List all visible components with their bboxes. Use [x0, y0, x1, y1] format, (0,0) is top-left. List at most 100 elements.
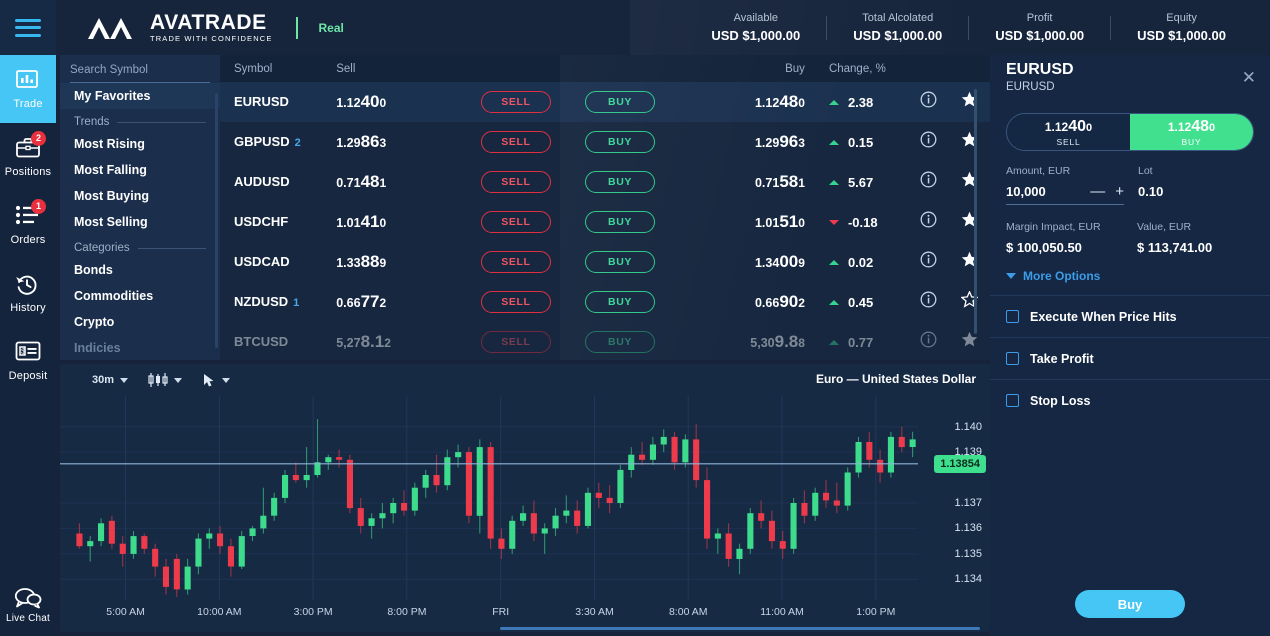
close-icon[interactable]: ✕ — [1242, 69, 1256, 86]
rail-item-orders[interactable]: 1 Orders — [0, 191, 56, 259]
chart-horizontal-scrollbar[interactable] — [500, 627, 980, 630]
sidebar-item-most-falling[interactable]: Most Falling — [60, 157, 220, 183]
x-axis-tick: 8:00 PM — [387, 606, 427, 618]
rail-item-positions[interactable]: 2 Positions — [0, 123, 56, 191]
favorite-star-icon[interactable] — [950, 331, 991, 353]
sidebar-item-most-buying[interactable]: Most Buying — [60, 183, 220, 209]
checkbox[interactable] — [1006, 394, 1019, 407]
sidebar-item-crypto[interactable]: Crypto — [60, 309, 220, 335]
checkbox[interactable] — [1006, 310, 1019, 323]
row-buy-button[interactable]: BUY — [585, 91, 656, 113]
favorite-star-icon[interactable] — [950, 290, 991, 313]
panel-header: EURUSD EURUSD ✕ — [990, 55, 1270, 103]
favorite-star-icon[interactable] — [950, 251, 991, 273]
option-stop-loss[interactable]: Stop Loss — [990, 379, 1270, 421]
row-sell-button[interactable]: SELL — [480, 291, 551, 313]
brand-logo[interactable]: AVATRADE TRADE WITH CONFIDENCE Real — [86, 12, 344, 43]
search-symbol-box[interactable] — [70, 63, 220, 83]
buy-toggle-button[interactable]: 1.12480 BUY — [1130, 114, 1253, 150]
hamburger-menu-icon[interactable] — [15, 18, 41, 37]
favorite-star-icon[interactable] — [950, 131, 991, 153]
account-stat-profit: Profit USD $1,000.00 — [969, 12, 1110, 43]
amount-increase-button[interactable]: + — [1115, 184, 1124, 199]
timeframe-selector[interactable]: 30m — [92, 374, 129, 386]
row-buy-button[interactable]: BUY — [585, 171, 656, 193]
symbol-name: NZDUSD — [234, 294, 289, 309]
change-value: 0.45 — [847, 294, 874, 310]
cell-symbol: BTCUSD — [220, 333, 336, 351]
more-options-toggle[interactable]: More Options — [990, 255, 1270, 295]
x-axis-tick: 8:00 AM — [668, 606, 708, 618]
option-take-profit[interactable]: Take Profit — [990, 337, 1270, 379]
info-icon[interactable] — [907, 171, 949, 193]
cell-change: 0.02 — [828, 255, 907, 270]
left-navigation-rail: Trade 2 Positions 1 Orders History $ Deposit Li… — [0, 0, 56, 636]
row-sell-button[interactable]: SELL — [480, 211, 551, 233]
info-icon[interactable] — [907, 211, 949, 233]
table-row[interactable]: USDCHF 1.01410 SELL BUY 1.01510 -0.18 — [220, 202, 990, 242]
table-row[interactable]: EURUSD 1.12400 SELL BUY 1.12480 2.38 — [220, 82, 990, 122]
table-row[interactable]: GBPUSD 2 1.29863 SELL BUY 1.29963 0.15 — [220, 122, 990, 162]
checkbox[interactable] — [1006, 352, 1019, 365]
categories-label: Categories — [74, 242, 130, 254]
row-sell-button[interactable]: SELL — [480, 171, 551, 193]
symbol-nav-scrollbar[interactable] — [215, 93, 218, 348]
stat-value: USD $1,000.00 — [1137, 28, 1226, 43]
amount-input[interactable]: 10,000 — [1006, 184, 1080, 199]
row-buy-button[interactable]: BUY — [585, 211, 656, 233]
search-input[interactable] — [70, 63, 220, 76]
info-icon[interactable] — [907, 91, 949, 113]
row-sell-button[interactable]: SELL — [480, 331, 551, 353]
option-execute-when-price-hits[interactable]: Execute When Price Hits — [990, 295, 1270, 337]
margin-impact-label: Margin Impact, EUR — [1006, 221, 1101, 233]
menu-button-area — [0, 0, 56, 55]
chevron-down-icon — [1006, 273, 1016, 279]
cursor-tool-selector[interactable] — [202, 373, 231, 388]
brand-tagline: TRADE WITH CONFIDENCE — [150, 34, 273, 44]
favorite-star-icon[interactable] — [950, 171, 991, 193]
row-buy-button[interactable]: BUY — [585, 331, 656, 353]
favorite-star-icon[interactable] — [950, 211, 991, 233]
table-row[interactable]: NZDUSD 1 0.66772 SELL BUY 0.66902 0.45 — [220, 282, 990, 322]
info-icon[interactable] — [907, 131, 949, 153]
sidebar-item-my-favorites[interactable]: My Favorites — [60, 83, 220, 109]
lot-value: 0.10 — [1138, 184, 1164, 199]
symbol-name: EURUSD — [234, 94, 289, 109]
sidebar-item-indicies[interactable]: Indicies — [60, 335, 220, 360]
chart-type-selector[interactable] — [148, 373, 183, 387]
arrow-up-icon — [828, 179, 839, 185]
submit-buy-button[interactable]: Buy — [1075, 590, 1185, 618]
divider-line — [117, 121, 206, 123]
amount-decrease-button[interactable]: — — [1090, 184, 1105, 199]
amount-stepper[interactable]: 10,000 — + — [1006, 184, 1124, 205]
cell-change: 0.15 — [828, 135, 907, 150]
sidebar-item-bonds[interactable]: Bonds — [60, 257, 220, 283]
sidebar-item-most-rising[interactable]: Most Rising — [60, 131, 220, 157]
cell-symbol: USDCHF — [220, 213, 336, 231]
sidebar-item-most-selling[interactable]: Most Selling — [60, 209, 220, 235]
cell-sell-price: 0.71481 — [336, 172, 387, 191]
row-buy-button[interactable]: BUY — [585, 291, 656, 313]
quote-table-scrollbar[interactable] — [974, 89, 977, 334]
position-count: 1 — [293, 297, 300, 309]
info-icon[interactable] — [907, 291, 949, 313]
chart-plot-area[interactable]: 1.140 1.139 1.137 1.136 1.135 1.134 1.13854 — [60, 396, 990, 600]
sell-toggle-button[interactable]: 1.12400 SELL — [1007, 114, 1130, 150]
table-row[interactable]: BTCUSD 5,278.12 SELL BUY 5,309.88 0.77 — [220, 322, 990, 360]
sidebar-item-commodities[interactable]: Commodities — [60, 283, 220, 309]
info-icon[interactable] — [907, 251, 949, 273]
rail-item-history[interactable]: History — [0, 259, 56, 327]
info-icon[interactable] — [907, 331, 949, 353]
table-row[interactable]: AUDUSD 0.71481 SELL BUY 0.71581 5.67 — [220, 162, 990, 202]
row-sell-button[interactable]: SELL — [480, 251, 551, 273]
rail-item-trade[interactable]: Trade — [0, 55, 56, 123]
row-buy-button[interactable]: BUY — [585, 131, 656, 153]
symbol-name: USDCHF — [234, 214, 289, 229]
rail-item-deposit[interactable]: $ Deposit — [0, 327, 56, 395]
live-chat-button[interactable]: Live Chat — [0, 587, 56, 624]
favorite-star-icon[interactable] — [950, 91, 991, 113]
table-row[interactable]: USDCAD 1.33889 SELL BUY 1.34009 0.02 — [220, 242, 990, 282]
row-sell-button[interactable]: SELL — [480, 131, 551, 153]
row-buy-button[interactable]: BUY — [585, 251, 656, 273]
row-sell-button[interactable]: SELL — [480, 91, 551, 113]
